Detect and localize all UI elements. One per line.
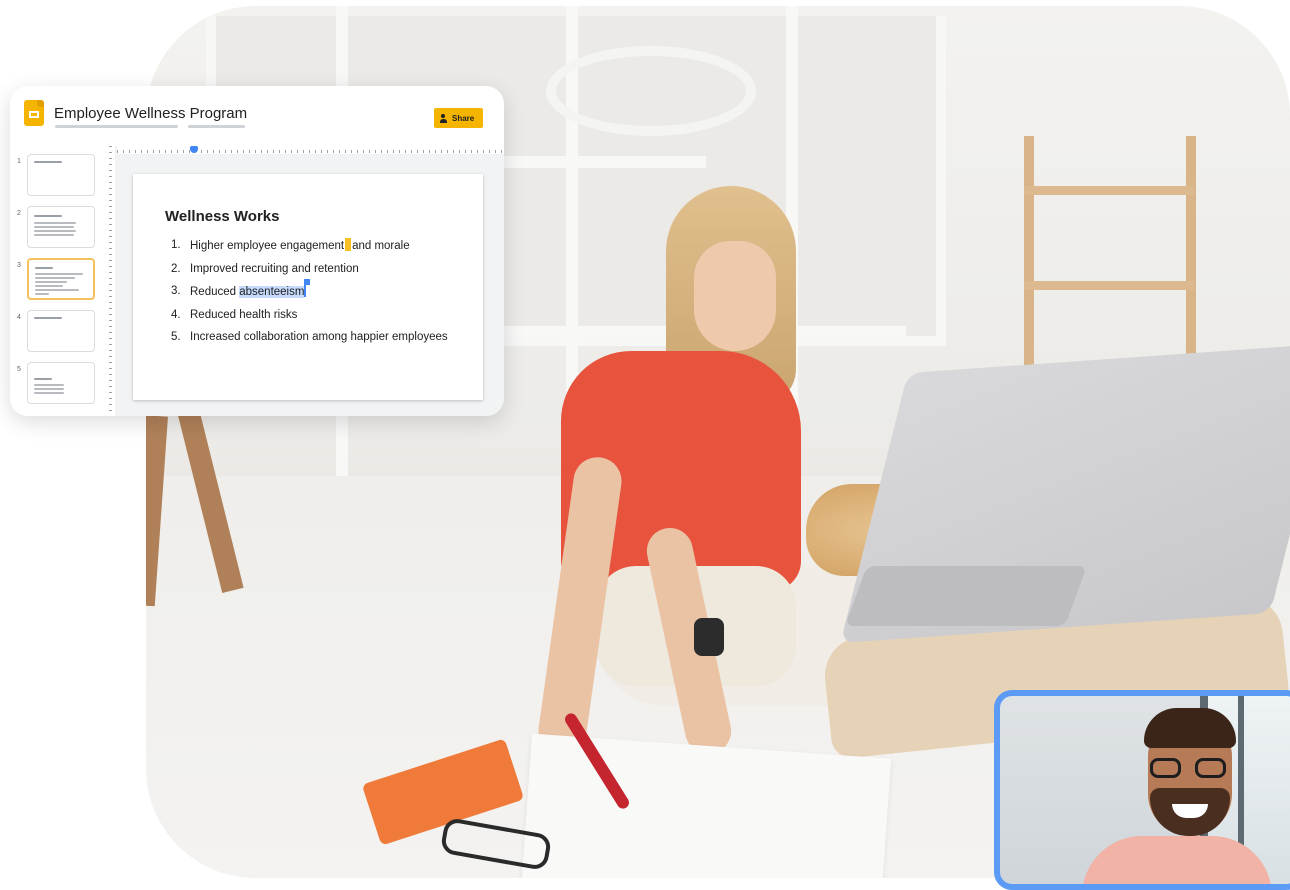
document-title[interactable]: Employee Wellness Program: [54, 105, 247, 122]
slide-thumbnail-selected[interactable]: [27, 258, 95, 300]
slide-number: 2: [17, 210, 21, 217]
ceiling-lamp: [546, 46, 756, 136]
laptop-keyboard: [845, 566, 1087, 626]
thumbnail-body-line: [35, 277, 75, 279]
list-number: 2.: [171, 262, 181, 275]
slide-bullet-list[interactable]: 1. Higher employee engagement and morale …: [171, 238, 461, 353]
thumbnail-body-line: [34, 226, 74, 228]
thumbnail-body-line: [35, 289, 79, 291]
list-item-text-part: Reduced: [190, 286, 240, 298]
slide-number: 1: [17, 158, 21, 165]
thumbnail-body-line: [34, 234, 74, 236]
list-item-text: Improved recruiting and retention: [190, 262, 359, 275]
slides-editor-window: Employee Wellness Program Share 1 2 3 4 …: [10, 86, 504, 416]
thumbnail-body-line: [34, 230, 76, 232]
thumbnail-body-line: [34, 392, 64, 394]
slide-number: 3: [17, 262, 21, 269]
woman-face: [694, 241, 776, 351]
slide-thumbnail[interactable]: [27, 154, 95, 196]
list-item-text-part: Higher employee engagement: [190, 240, 345, 252]
filmstrip-item-2[interactable]: 2: [10, 206, 105, 250]
collaborator-cursor-icon: [345, 238, 352, 251]
list-number: 1.: [171, 239, 181, 251]
filmstrip-item-1[interactable]: 1: [10, 154, 105, 198]
list-item[interactable]: 2. Improved recruiting and retention: [171, 262, 461, 277]
text-cursor-icon: [304, 279, 311, 297]
person-add-icon: [440, 113, 448, 123]
thumbnail-title-line: [34, 317, 62, 319]
thumbnail-body-line: [35, 293, 49, 295]
thumbnail-body-line: [35, 285, 63, 287]
slides-logo-icon[interactable]: [24, 100, 44, 126]
thumbnail-title-line: [35, 267, 53, 269]
list-item[interactable]: 4. Reduced health risks: [171, 308, 461, 323]
participant-glasses: [1150, 758, 1226, 780]
list-item-text: Reduced absenteeism: [190, 279, 311, 300]
share-button-label: Share: [452, 113, 475, 123]
slide-thumbnail[interactable]: [27, 206, 95, 248]
list-number: 4.: [171, 308, 181, 321]
filmstrip-item-4[interactable]: 4: [10, 310, 105, 354]
filmstrip-item-5[interactable]: 5: [10, 362, 105, 406]
menu-bar-placeholder[interactable]: [188, 125, 245, 128]
list-item-text-part: and morale: [352, 240, 410, 252]
participant-shirt: [1082, 836, 1272, 884]
slide-filmstrip: 1 2 3 4 5: [10, 146, 106, 416]
slide-title[interactable]: Wellness Works: [165, 208, 280, 225]
shelf-board: [1024, 281, 1194, 290]
slide-canvas-area: Wellness Works 1. Higher employee engage…: [105, 146, 504, 416]
menu-bar-placeholder[interactable]: [55, 125, 178, 128]
thumbnail-title-line: [34, 215, 62, 217]
thumbnail-body-line: [34, 388, 64, 390]
vertical-ruler[interactable]: [105, 146, 115, 416]
filmstrip-item-3[interactable]: 3: [10, 258, 105, 302]
slide-number: 4: [17, 314, 21, 321]
slide-number: 5: [17, 366, 21, 373]
thumbnail-body-line: [35, 273, 83, 275]
thumbnail-body-line: [34, 222, 76, 224]
app-header: Employee Wellness Program Share: [10, 86, 504, 146]
horizontal-ruler[interactable]: [117, 146, 504, 154]
smartwatch: [694, 618, 724, 656]
thumbnail-body-line: [35, 281, 67, 283]
thumbnail-body-line: [34, 384, 64, 386]
list-number: 3.: [171, 285, 181, 297]
selected-text: absenteeism: [239, 286, 305, 298]
slide-thumbnail[interactable]: [27, 310, 95, 352]
thumbnail-title-line: [34, 378, 52, 380]
paper-sheets: [520, 733, 892, 878]
participant-hair: [1144, 708, 1236, 748]
list-item-text: Increased collaboration among happier em…: [190, 331, 448, 343]
slide-thumbnail[interactable]: [27, 362, 95, 404]
list-item[interactable]: 1. Higher employee engagement and morale: [171, 238, 461, 254]
list-item[interactable]: 3. Reduced absenteeism: [171, 279, 461, 300]
slide-canvas[interactable]: Wellness Works 1. Higher employee engage…: [133, 174, 483, 400]
list-item-text: Higher employee engagement and morale: [190, 238, 410, 254]
list-item[interactable]: 5. Increased collaboration among happier…: [171, 330, 461, 345]
video-call-tile[interactable]: [994, 690, 1290, 890]
share-button[interactable]: Share: [434, 108, 483, 128]
list-number: 5.: [171, 331, 181, 343]
list-item-text: Reduced health risks: [190, 308, 298, 321]
thumbnail-title-line: [34, 161, 62, 163]
shelf-board: [1024, 186, 1194, 195]
